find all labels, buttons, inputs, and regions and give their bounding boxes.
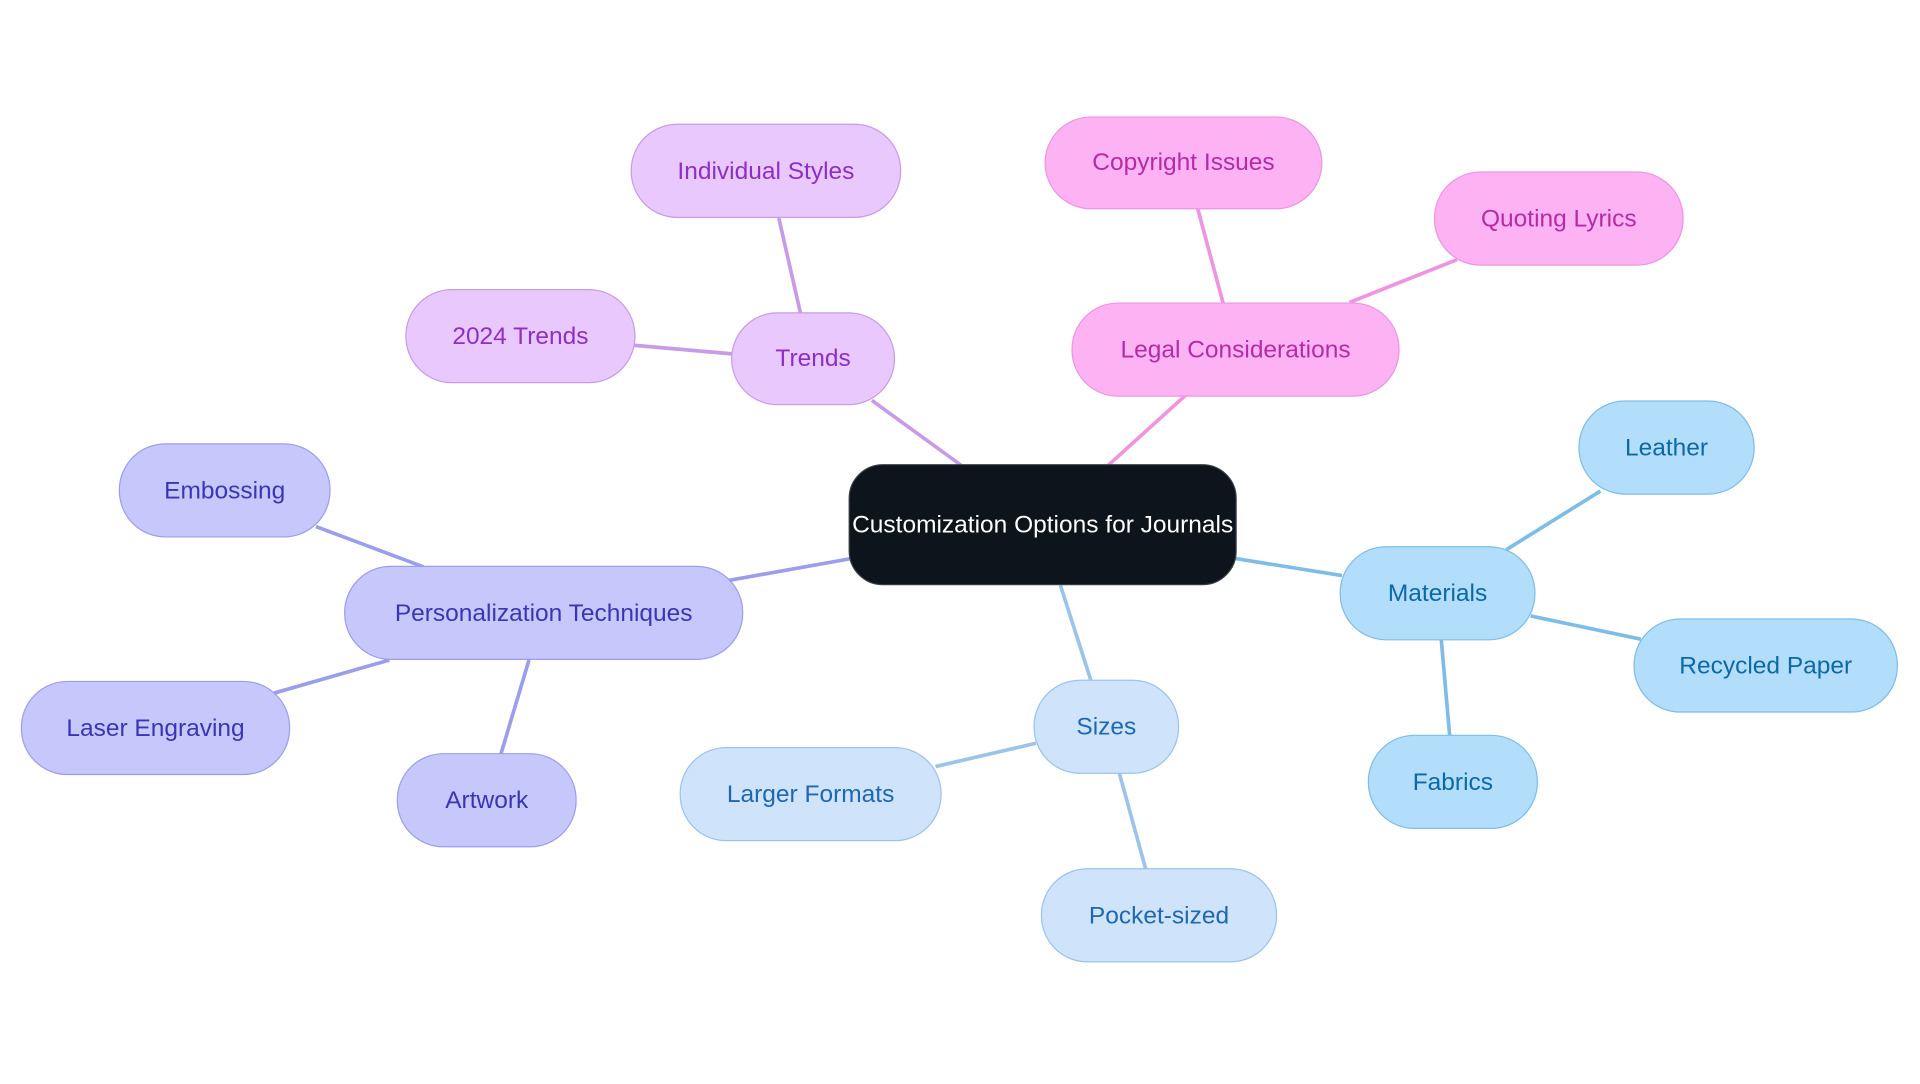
node-trends[interactable]: Trends — [731, 312, 896, 406]
edge-materials-leather — [1505, 489, 1602, 552]
edge-trends-individual-styles — [776, 217, 803, 316]
node-label: Personalization Techniques — [394, 599, 693, 627]
node-individual-styles[interactable]: Individual Styles — [630, 123, 902, 218]
node-recycled-paper[interactable]: Recycled Paper — [1633, 618, 1898, 713]
node-embossing[interactable]: Embossing — [118, 443, 331, 538]
node-2024-trends[interactable]: 2024 Trends — [405, 288, 636, 384]
node-label: Leather — [1625, 434, 1709, 462]
node-label: 2024 Trends — [452, 322, 589, 350]
edge-personalization-embossing — [315, 524, 425, 569]
node-artwork[interactable]: Artwork — [396, 753, 577, 848]
edge-personalization-artwork — [499, 659, 531, 755]
node-laser-engraving[interactable]: Laser Engraving — [20, 680, 291, 776]
node-personalization-techniques[interactable]: Personalization Techniques — [344, 565, 744, 661]
edge-materials-recycled — [1530, 614, 1642, 641]
node-label: Quoting Lyrics — [1480, 205, 1637, 233]
node-label: Trends — [775, 345, 851, 373]
mind-map-canvas: Customization Options for Journals Trend… — [0, 0, 1920, 1084]
node-leather[interactable]: Leather — [1578, 400, 1755, 495]
edge-root-sizes — [1058, 584, 1093, 682]
node-larger-formats[interactable]: Larger Formats — [679, 746, 942, 842]
node-legal-considerations[interactable]: Legal Considerations — [1071, 302, 1400, 397]
edge-root-materials — [1234, 556, 1343, 578]
node-label: Copyright Issues — [1092, 149, 1275, 177]
node-materials[interactable]: Materials — [1339, 546, 1536, 641]
node-fabrics[interactable]: Fabrics — [1367, 734, 1538, 829]
edge-materials-fabrics — [1439, 639, 1452, 738]
node-pocket-sized[interactable]: Pocket-sized — [1040, 868, 1278, 963]
node-label: Embossing — [164, 476, 286, 504]
edge-legal-quoting — [1348, 257, 1458, 305]
node-label: Pocket-sized — [1088, 901, 1230, 929]
node-label: Larger Formats — [726, 780, 895, 808]
root-label: Customization Options for Journals — [852, 511, 1234, 539]
edge-legal-copyright — [1195, 207, 1226, 305]
edge-sizes-pocket — [1117, 772, 1148, 872]
edge-trends-2024-trends — [634, 343, 733, 356]
edge-personalization-laser — [273, 658, 390, 695]
node-label: Artwork — [445, 786, 529, 814]
node-label: Laser Engraving — [66, 714, 245, 742]
edge-root-trends — [870, 398, 963, 467]
edge-root-personalization — [728, 556, 853, 583]
node-label: Fabrics — [1412, 768, 1494, 796]
node-label: Materials — [1387, 579, 1488, 607]
edge-sizes-larger — [935, 741, 1037, 769]
node-copyright-issues[interactable]: Copyright Issues — [1044, 116, 1323, 210]
node-sizes[interactable]: Sizes — [1033, 679, 1180, 774]
node-label: Individual Styles — [677, 157, 855, 185]
node-label: Recycled Paper — [1679, 652, 1853, 679]
node-quoting-lyrics[interactable]: Quoting Lyrics — [1433, 171, 1684, 266]
node-label: Legal Considerations — [1120, 336, 1351, 364]
edge-root-legal — [1106, 394, 1187, 467]
node-label: Sizes — [1076, 713, 1137, 741]
root-node[interactable]: Customization Options for Journals — [848, 464, 1237, 586]
